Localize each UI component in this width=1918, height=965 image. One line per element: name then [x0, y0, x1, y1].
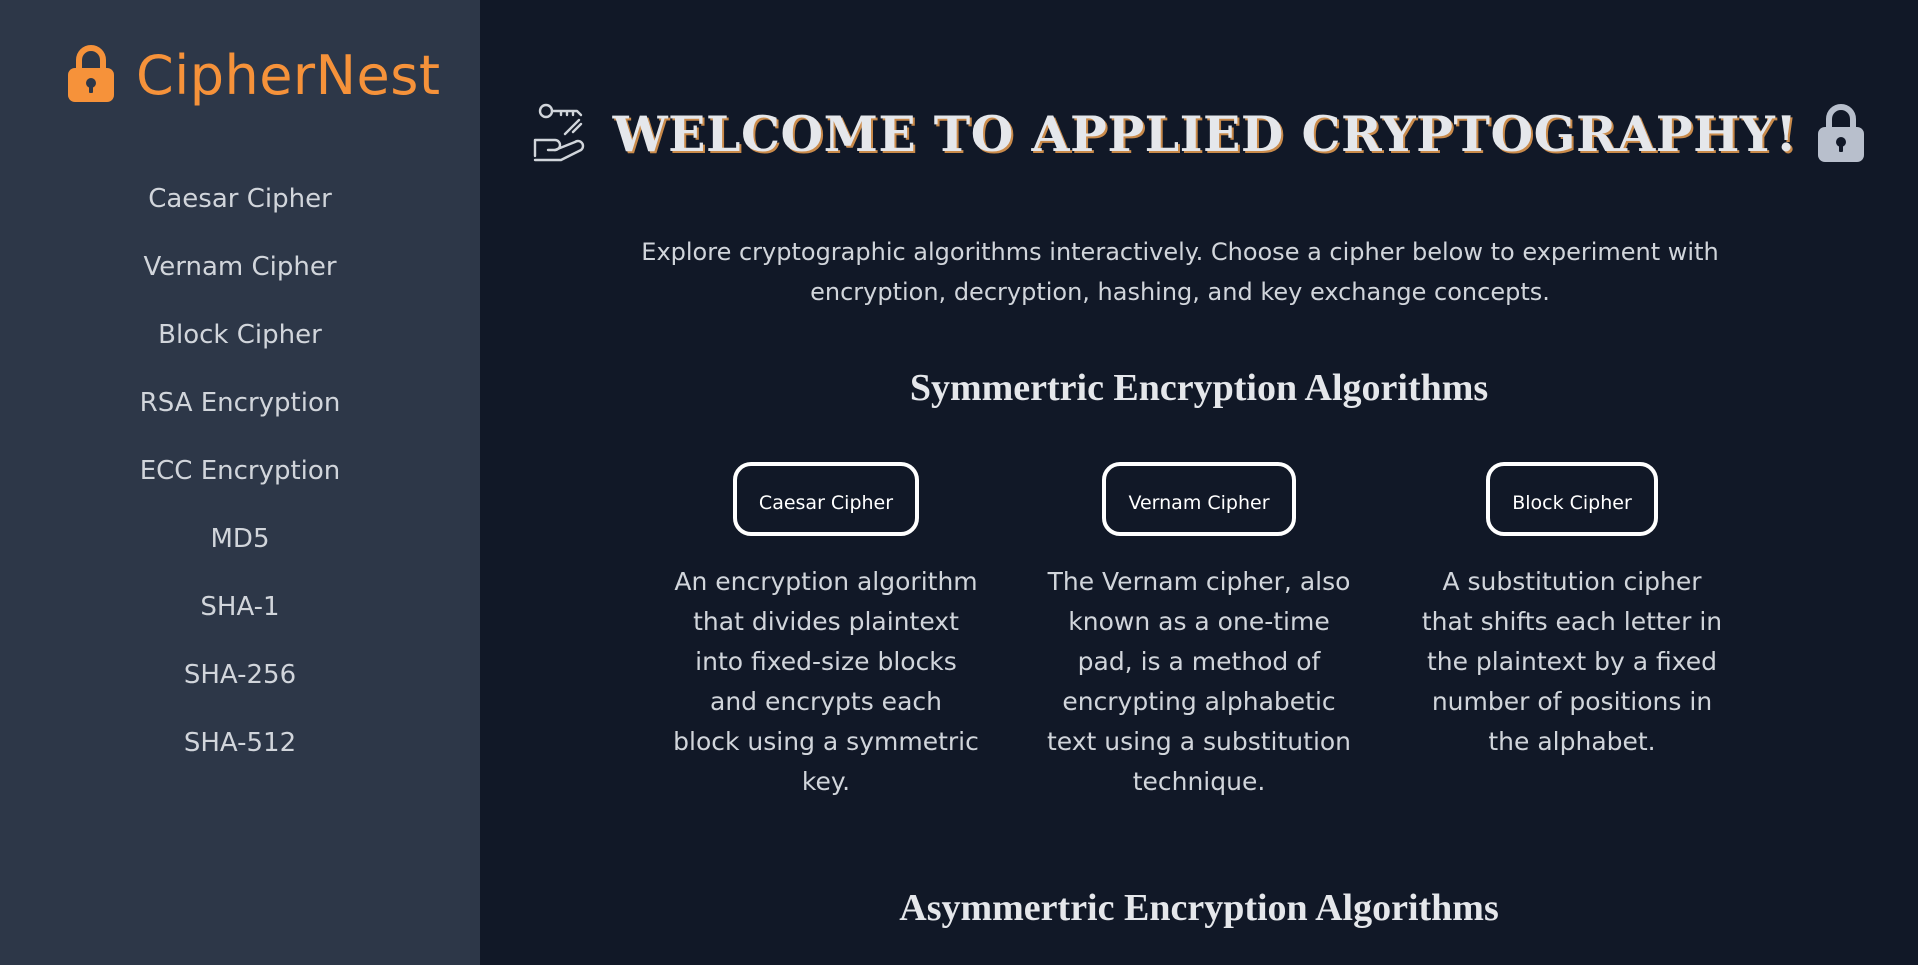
section-title-symmetric: Symmertric Encryption Algorithms	[909, 367, 1489, 409]
main-content: WELCOME TO APPLIED CRYPTOGRAPHY! Explore…	[480, 0, 1918, 965]
hero-header: WELCOME TO APPLIED CRYPTOGRAPHY!	[480, 100, 1918, 168]
caesar-cipher-button[interactable]: Caesar Cipher	[732, 462, 920, 536]
vernam-cipher-button[interactable]: Vernam Cipher	[1102, 462, 1296, 536]
padlock-icon	[1815, 100, 1867, 168]
card-description: The Vernam cipher, also known as a one-t…	[1046, 567, 1352, 796]
brand-name: CipherNest	[136, 43, 441, 107]
cipher-card: Block Cipher A substitution cipher that …	[1407, 462, 1737, 762]
card-description: An encryption algorithm that divides pla…	[673, 567, 979, 796]
sidebar-item-sha-1[interactable]: SHA-1	[0, 578, 480, 646]
section-title-asymmetric: Asymmertric Encryption Algorithms	[899, 887, 1499, 929]
intro-text: Explore cryptographic algorithms interac…	[641, 238, 1719, 306]
sidebar-nav: Caesar Cipher Vernam Cipher Block Cipher…	[0, 170, 480, 782]
card-description: A substitution cipher that shifts each l…	[1421, 567, 1723, 756]
lock-icon	[66, 42, 116, 108]
hand-key-icon	[531, 100, 595, 168]
cipher-card: Caesar Cipher An encryption algorithm th…	[661, 462, 991, 802]
sidebar-item-block-cipher[interactable]: Block Cipher	[0, 306, 480, 374]
sidebar-item-vernam-cipher[interactable]: Vernam Cipher	[0, 238, 480, 306]
cipher-card: Vernam Cipher The Vernam cipher, also kn…	[1034, 462, 1364, 802]
sidebar-item-sha-256[interactable]: SHA-256	[0, 646, 480, 714]
brand-logo[interactable]: CipherNest	[66, 40, 441, 110]
page-title: WELCOME TO APPLIED CRYPTOGRAPHY!	[612, 105, 1798, 163]
sidebar-item-sha-512[interactable]: SHA-512	[0, 714, 480, 782]
sidebar: CipherNest Caesar Cipher Vernam Cipher B…	[0, 0, 480, 965]
sidebar-item-ecc-encryption[interactable]: ECC Encryption	[0, 442, 480, 510]
block-cipher-button[interactable]: Block Cipher	[1486, 462, 1658, 536]
sidebar-item-md5[interactable]: MD5	[0, 510, 480, 578]
sidebar-item-caesar-cipher[interactable]: Caesar Cipher	[0, 170, 480, 238]
sidebar-item-rsa-encryption[interactable]: RSA Encryption	[0, 374, 480, 442]
